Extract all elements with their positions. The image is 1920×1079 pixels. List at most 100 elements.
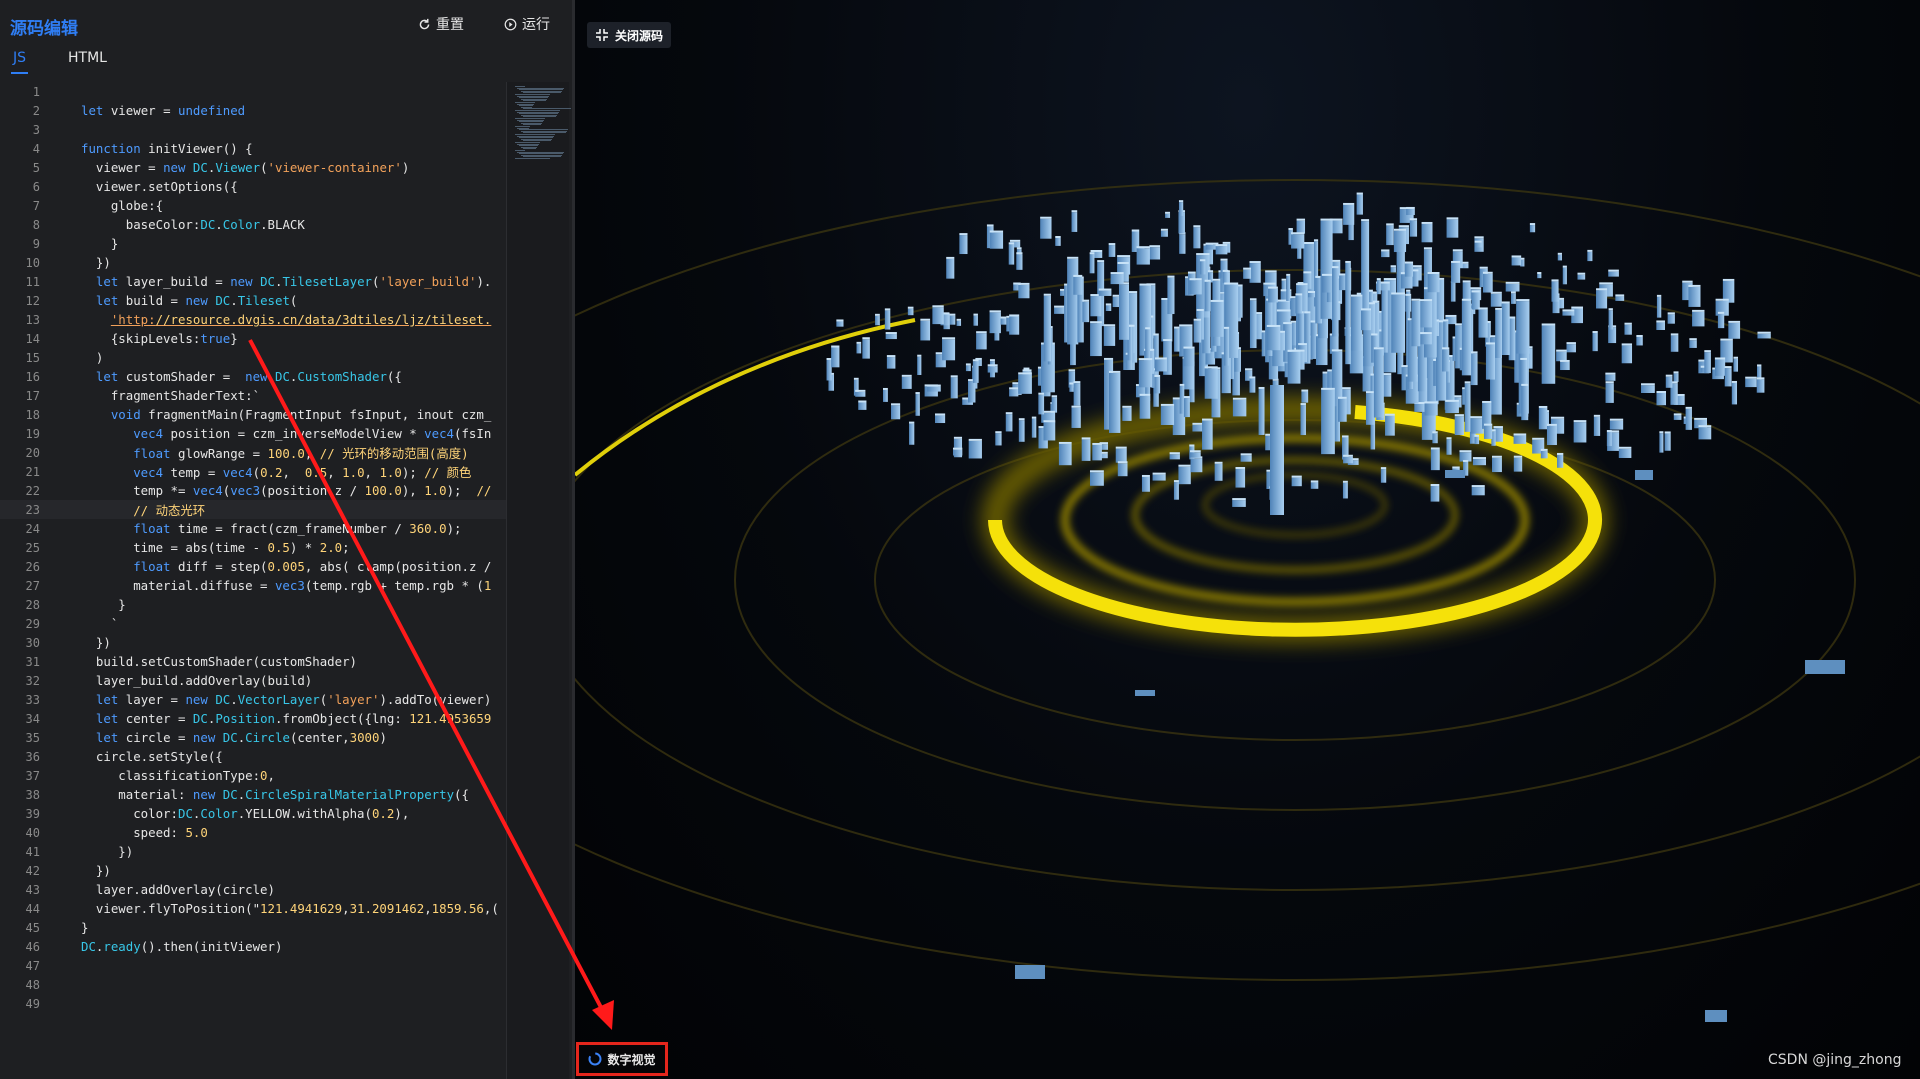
code-line[interactable]: 34 let center = DC.Position.fromObject({…: [0, 709, 506, 728]
code-line[interactable]: 40 speed: 5.0: [0, 823, 506, 842]
close-source-button[interactable]: 关闭源码: [587, 22, 672, 48]
3d-viewer[interactable]: [575, 0, 1920, 1079]
building: [1108, 370, 1121, 433]
code-line[interactable]: 36 circle.setStyle({: [0, 747, 506, 766]
building: [1235, 466, 1246, 488]
building: [1698, 425, 1712, 440]
building: [1667, 312, 1675, 324]
tab-js[interactable]: JS: [11, 50, 29, 74]
tab-html[interactable]: HTML: [66, 50, 109, 72]
code-line[interactable]: 27 material.diffuse = vec3(temp.rgb + te…: [0, 576, 506, 595]
building: [1556, 349, 1567, 362]
code-line[interactable]: 25 time = abs(time - 0.5) * 2.0;: [0, 538, 506, 557]
code-line[interactable]: 7 globe:{: [0, 196, 506, 215]
line-number: 7: [32, 198, 40, 213]
code-line[interactable]: 15 ): [0, 348, 506, 367]
line-source: viewer.flyToPosition("121.4941629,31.209…: [81, 901, 499, 916]
line-source: viewer.setOptions({: [81, 179, 238, 194]
code-line[interactable]: 38 material: new DC.CircleSpiralMaterial…: [0, 785, 506, 804]
line-number: 26: [25, 559, 40, 574]
building: [1081, 437, 1091, 461]
code-line[interactable]: 9 }: [0, 234, 506, 253]
code-line[interactable]: 16 let customShader = new DC.CustomShade…: [0, 367, 506, 386]
refresh-icon: [419, 18, 430, 29]
code-line[interactable]: 22 temp *= vec4(vec3(position.z / 100.0)…: [0, 481, 506, 500]
code-line[interactable]: 37 classificationType:0,: [0, 766, 506, 785]
building: [1190, 450, 1201, 458]
code-line[interactable]: 14 {skipLevels:true}: [0, 329, 506, 348]
code-line[interactable]: 13 'http://resource.dvgis.cn/data/3dtile…: [0, 310, 506, 329]
code-line[interactable]: 47: [0, 956, 506, 975]
building: [1605, 381, 1614, 403]
code-line[interactable]: 17 fragmentShaderText:`: [0, 386, 506, 405]
code-line[interactable]: 6 viewer.setOptions({: [0, 177, 506, 196]
line-source: float glowRange = 100.0; // 光环的移动范围(高度): [133, 445, 469, 461]
code-minimap[interactable]: [506, 82, 571, 1079]
code-line[interactable]: 43 layer.addOverlay(circle): [0, 880, 506, 899]
code-line[interactable]: 49: [0, 994, 506, 1013]
code-line[interactable]: 3: [0, 120, 506, 139]
line-number: 5: [32, 160, 40, 175]
code-line[interactable]: 21 vec4 temp = vec4(0.2, 0.5, 1.0, 1.0);…: [0, 462, 506, 481]
line-number: 16: [25, 369, 40, 384]
code-line[interactable]: 48: [0, 975, 506, 994]
building: [1190, 456, 1203, 473]
code-area[interactable]: 1 2 let viewer = undefined 3 4 function initV…: [0, 82, 506, 1079]
building: [1510, 291, 1516, 304]
building: [1018, 282, 1030, 299]
line-number: 10: [25, 255, 40, 270]
building: [1141, 474, 1150, 492]
code-line[interactable]: 46 DC.ready().then(initViewer): [0, 937, 506, 956]
code-line[interactable]: 32 layer_build.addOverlay(build): [0, 671, 506, 690]
code-line[interactable]: 30 }): [0, 633, 506, 652]
code-line[interactable]: 26 float diff = step(0.005, abs( clamp(p…: [0, 557, 506, 576]
line-source: }): [81, 635, 111, 650]
code-line[interactable]: 31 build.setCustomShader(customShader): [0, 652, 506, 671]
code-line[interactable]: 20 float glowRange = 100.0; // 光环的移动范围(高…: [0, 443, 506, 462]
line-number: 28: [25, 597, 40, 612]
line-number: 31: [25, 654, 40, 669]
code-line[interactable]: 44 viewer.flyToPosition("121.4941629,31.…: [0, 899, 506, 918]
building: [1117, 461, 1128, 477]
building: [1624, 322, 1632, 335]
code-line[interactable]: 8 baseColor:DC.Color.BLACK: [0, 215, 506, 234]
building: [1055, 235, 1061, 246]
building: [1450, 281, 1456, 302]
code-line[interactable]: 11 let layer_build = new DC.TilesetLayer…: [0, 272, 506, 291]
outlier-building: [1015, 965, 1045, 979]
line-number: 27: [25, 578, 40, 593]
code-line[interactable]: 28 }: [0, 595, 506, 614]
code-line[interactable]: 45}: [0, 918, 506, 937]
code-line[interactable]: 33 let layer = new DC.VectorLayer('layer…: [0, 690, 506, 709]
building: [1386, 223, 1394, 246]
building: [1406, 206, 1415, 216]
code-line[interactable]: 2 let viewer = undefined: [0, 101, 506, 120]
code-line[interactable]: 19 vec4 position = czm_inverseModelView …: [0, 424, 506, 443]
code-line[interactable]: 10 }): [0, 253, 506, 272]
code-line[interactable]: 12 let build = new DC.Tileset(: [0, 291, 506, 310]
building: [1178, 464, 1191, 485]
building: [1152, 472, 1166, 481]
code-line[interactable]: 39 color:DC.Color.YELLOW.withAlpha(0.2),: [0, 804, 506, 823]
3d-scene[interactable]: [575, 0, 1920, 1079]
reset-button[interactable]: 重置: [418, 14, 464, 34]
run-label: 运行: [522, 17, 550, 33]
code-line[interactable]: 42 }): [0, 861, 506, 880]
line-number: 4: [32, 141, 40, 156]
code-line[interactable]: 23 // 动态光环: [0, 500, 506, 519]
code-line[interactable]: 4 function initViewer() {: [0, 139, 506, 158]
run-button[interactable]: 运行: [504, 14, 550, 34]
code-line[interactable]: 35 let circle = new DC.Circle(center,300…: [0, 728, 506, 747]
code-line[interactable]: 1: [0, 82, 506, 101]
line-number: 6: [32, 179, 40, 194]
outlier-building: [1445, 470, 1465, 478]
building: [1169, 452, 1180, 460]
code-line[interactable]: 29 `: [0, 614, 506, 633]
code-line[interactable]: 41 }): [0, 842, 506, 861]
line-source: globe:{: [81, 198, 164, 213]
building: [1745, 376, 1757, 388]
code-line[interactable]: 24 float time = fract(czm_frameNumber / …: [0, 519, 506, 538]
code-line[interactable]: 5 viewer = new DC.Viewer('viewer-contain…: [0, 158, 506, 177]
building: [1420, 332, 1432, 345]
code-line[interactable]: 18 void fragmentMain(FragmentInput fsInp…: [0, 405, 506, 424]
